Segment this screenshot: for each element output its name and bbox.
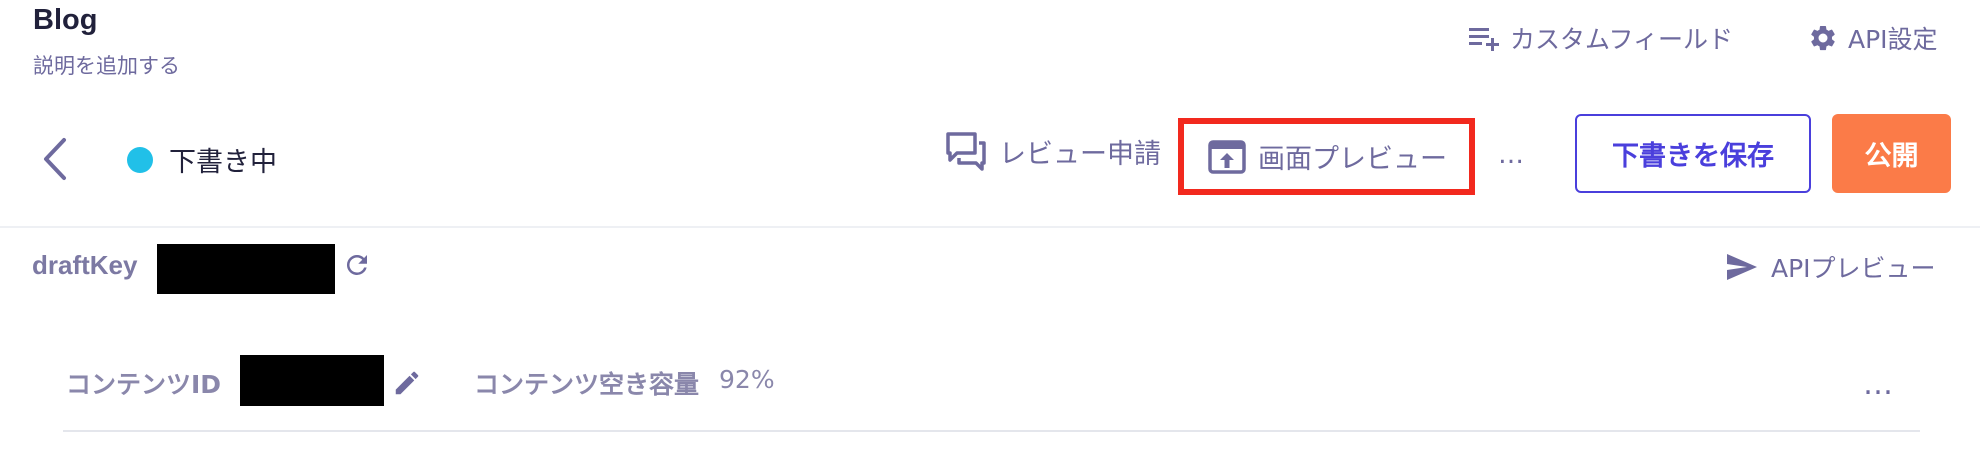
chevron-left-icon xyxy=(36,136,76,182)
content-more-button[interactable]: … xyxy=(1863,367,1894,402)
back-button[interactable] xyxy=(36,136,76,182)
header-divider xyxy=(0,226,1980,228)
send-icon xyxy=(1725,252,1759,282)
pencil-icon xyxy=(392,368,422,398)
chat-bubbles-icon xyxy=(945,131,987,171)
save-draft-button[interactable]: 下書きを保存 xyxy=(1575,114,1811,193)
review-request-label: レビュー申請 xyxy=(999,138,1161,170)
api-preview-label: APIプレビュー xyxy=(1771,254,1936,283)
gear-icon xyxy=(1808,23,1838,53)
api-settings-label: API設定 xyxy=(1848,25,1938,54)
more-horizontal-icon: … xyxy=(1863,367,1894,402)
draftkey-label: draftKey xyxy=(32,250,138,280)
free-space-value: 92% xyxy=(719,365,775,394)
redacted-draftkey xyxy=(157,244,335,294)
more-horizontal-icon: … xyxy=(1498,140,1525,170)
more-options-button[interactable]: … xyxy=(1498,140,1525,170)
upload-window-icon xyxy=(1208,139,1246,174)
add-description-link[interactable]: 説明を追加する xyxy=(33,50,180,80)
content-free-space: コンテンツ空き容量 92% xyxy=(474,365,775,401)
page-title: Blog xyxy=(33,4,98,36)
status-label: 下書き中 xyxy=(169,147,277,178)
playlist-add-icon xyxy=(1468,25,1500,51)
api-preview-button[interactable]: APIプレビュー xyxy=(1725,249,1936,285)
edit-content-id-button[interactable] xyxy=(392,368,422,398)
status-dot xyxy=(127,146,153,173)
content-id-label: コンテンツID xyxy=(66,370,222,399)
status-indicator: 下書き中 xyxy=(127,140,277,179)
content-divider xyxy=(63,430,1920,432)
refresh-icon xyxy=(342,250,372,280)
screen-preview-label: 画面プレビュー xyxy=(1258,144,1447,175)
free-space-label: コンテンツ空き容量 xyxy=(474,370,700,399)
screen-preview-button[interactable]: 画面プレビュー xyxy=(1178,118,1475,195)
api-settings-button[interactable]: API設定 xyxy=(1808,20,1938,56)
custom-fields-label: カスタムフィールド xyxy=(1510,25,1734,54)
custom-fields-button[interactable]: カスタムフィールド xyxy=(1468,20,1733,56)
content-editor-header: Blog 説明を追加する カスタムフィールド API設定 下書き中 レビュー申請… xyxy=(0,0,1980,452)
refresh-draftkey-button[interactable] xyxy=(342,250,372,280)
publish-button[interactable]: 公開 xyxy=(1832,114,1951,193)
review-request-button[interactable]: レビュー申請 xyxy=(945,131,1161,171)
redacted-content-id xyxy=(240,355,384,406)
